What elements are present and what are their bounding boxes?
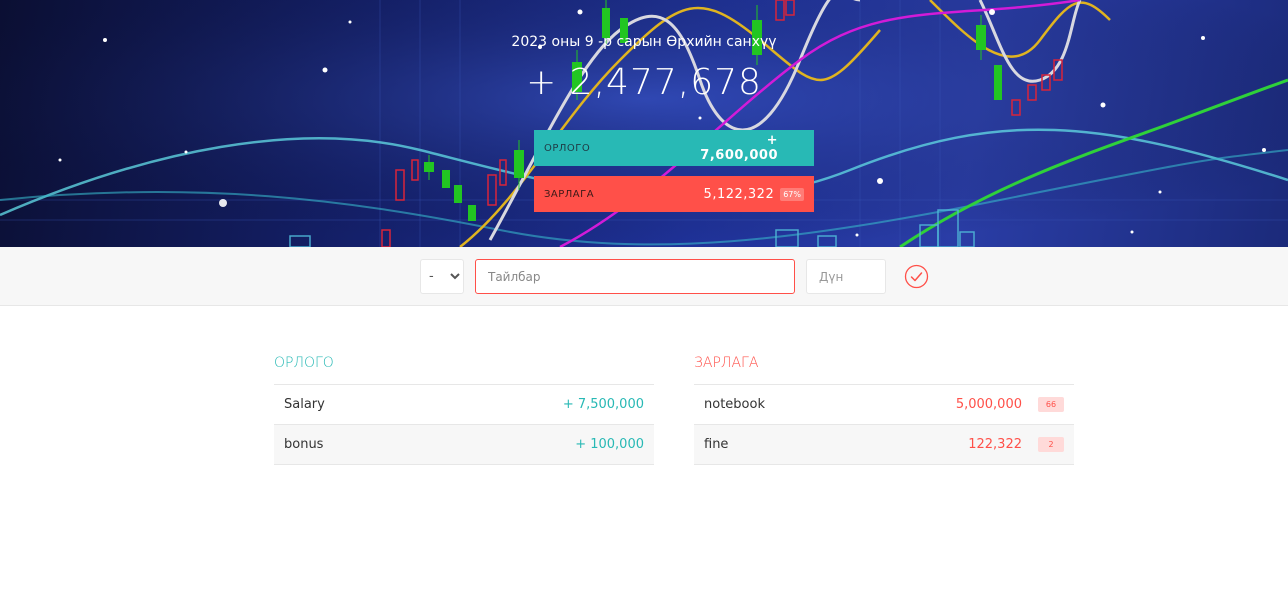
item-description: bonus [284,437,324,452]
budget-value: + 2,477,678 [526,62,762,103]
item-description: fine [704,437,729,452]
income-item: Salary + 7,500,000 [274,385,654,425]
add-transaction-bar: - [0,247,1288,306]
check-circle-icon [904,264,929,289]
budget-expenses-summary: ЗАРЛАГА 5,122,322 67% [534,176,814,212]
expenses-title: ЗАРЛАГА [694,355,1074,385]
budget-expenses-percentage: 67% [780,187,804,201]
expense-item: fine 122,322 2 [694,425,1074,465]
add-submit-button[interactable] [904,264,929,289]
expenses-list: ЗАРЛАГА notebook 5,000,000 66 fine 122,3… [694,355,1074,465]
item-description: Salary [284,397,325,412]
income-item: bonus + 100,000 [274,425,654,465]
item-percentage-badge: 2 [1038,437,1064,452]
income-list: ОРЛОГО Salary + 7,500,000 bonus + 100,00… [274,355,654,465]
item-value: + 7,500,000 [562,397,644,412]
item-value: 122,322 [968,437,1022,452]
expense-item: notebook 5,000,000 66 [694,385,1074,425]
add-value-input[interactable] [806,259,886,294]
budget-expenses-value: 5,122,322 [703,186,775,202]
item-value: 5,000,000 [955,397,1022,412]
budget-summary: 2023 оны 9 -р сарын Өрхийн санхүү + 2,47… [0,0,1288,103]
budget-title: 2023 оны 9 -р сарын Өрхийн санхүү [511,34,777,50]
budget-income-summary: ОРЛОГО + 7,600,000 [534,130,814,166]
budget-expenses-label: ЗАРЛАГА [544,188,595,200]
item-percentage-badge: 66 [1038,397,1064,412]
income-title: ОРЛОГО [274,355,654,385]
budget-header: 2023 оны 9 -р сарын Өрхийн санхүү + 2,47… [0,0,1288,247]
budget-income-label: ОРЛОГО [544,142,591,154]
item-description: notebook [704,397,765,412]
budget-income-value: + 7,600,000 [700,133,778,163]
add-type-select[interactable]: - [420,259,464,294]
add-description-input[interactable] [475,259,795,294]
item-value: + 100,000 [575,437,644,452]
